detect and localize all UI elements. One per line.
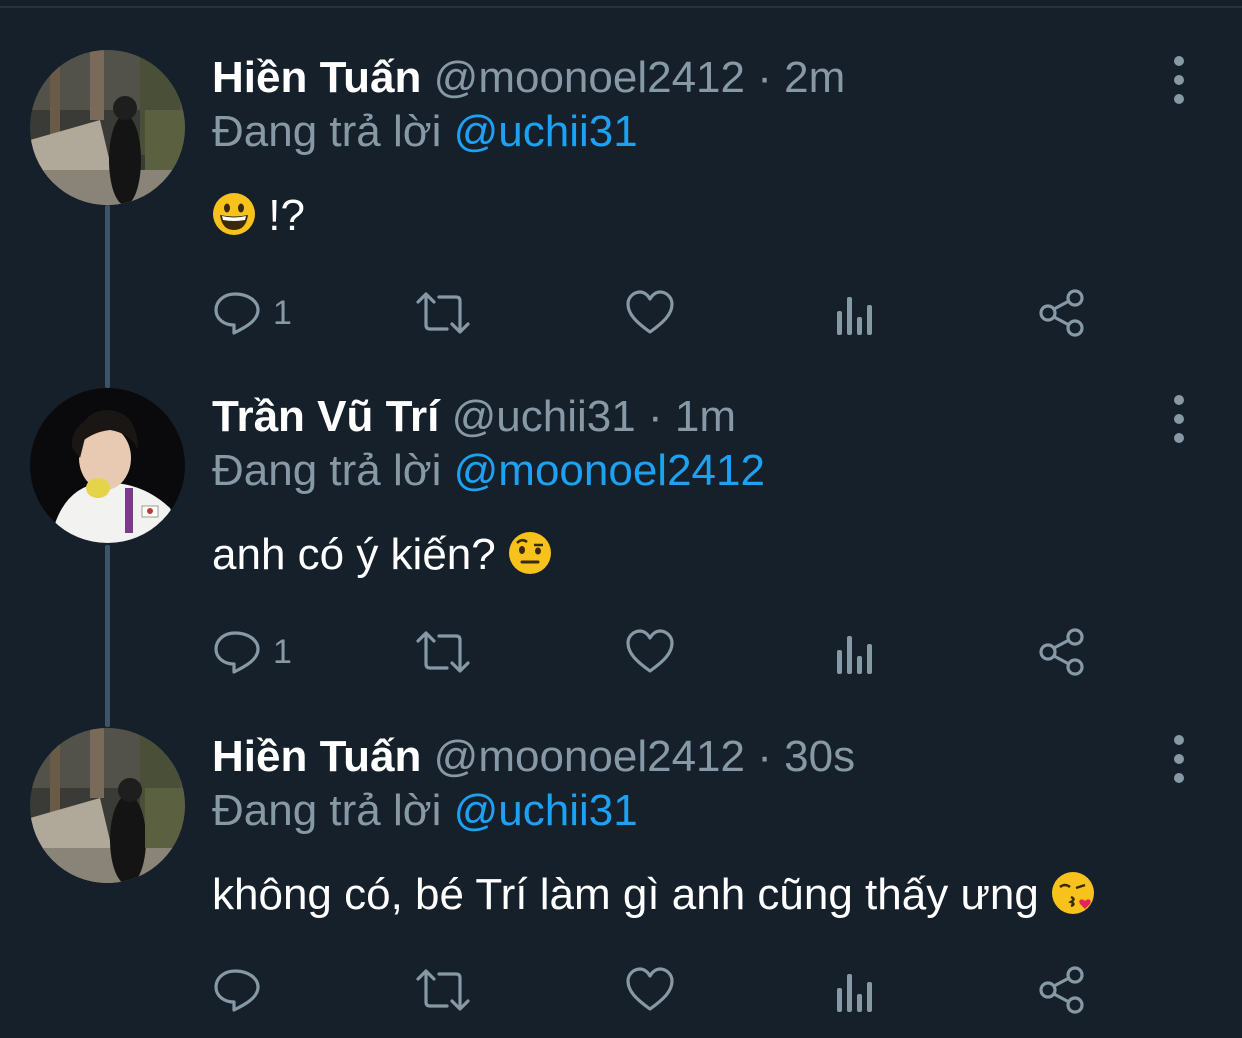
replying-to: Đang trả lời @uchii31: [212, 785, 638, 837]
user-handle[interactable]: @uchii31: [452, 392, 636, 441]
replying-label: Đang trả lời: [212, 446, 442, 495]
replying-to: Đang trả lời @moonoel2412: [212, 445, 765, 497]
more-options-icon[interactable]: [1162, 395, 1196, 443]
analytics-icon: [837, 974, 872, 1012]
like-button[interactable]: [626, 960, 674, 1020]
analytics-button[interactable]: [835, 960, 877, 1020]
tweet-actions: [0, 960, 1242, 1020]
like-button[interactable]: [626, 283, 674, 343]
tweet[interactable]: Hiền Tuấn @moonoel2412 · 2m Đang trả lời…: [0, 0, 1242, 350]
user-handle[interactable]: @moonoel2412: [434, 53, 745, 102]
more-options-icon[interactable]: [1162, 56, 1196, 104]
analytics-button[interactable]: [835, 283, 877, 343]
analytics-icon: [837, 297, 872, 335]
share-button[interactable]: [1038, 622, 1086, 682]
tweet[interactable]: Trần Vũ Trí @uchii31 · 1m Đang trả lời @…: [0, 350, 1242, 690]
share-button[interactable]: [1038, 283, 1086, 343]
display-name[interactable]: Trần Vũ Trí: [212, 392, 439, 441]
replying-to: Đang trả lời @uchii31: [212, 106, 638, 158]
reply-count: 1: [273, 632, 292, 671]
display-name[interactable]: Hiền Tuấn: [212, 53, 421, 102]
avatar[interactable]: [30, 50, 185, 205]
share-icon: [1039, 628, 1084, 676]
reply-mention-link[interactable]: @moonoel2412: [454, 446, 765, 495]
tweet-actions: 1: [0, 622, 1242, 682]
retweet-icon: [416, 969, 470, 1011]
timestamp[interactable]: 1m: [675, 392, 736, 441]
retweet-button[interactable]: [415, 622, 471, 682]
like-icon: [626, 967, 674, 1011]
reply-icon: [214, 631, 260, 674]
reply-button[interactable]: [213, 960, 273, 1020]
retweet-icon: [416, 292, 470, 334]
user-handle[interactable]: @moonoel2412: [434, 732, 745, 781]
reply-count: 1: [273, 293, 292, 332]
reply-mention-link[interactable]: @uchii31: [454, 107, 638, 156]
reply-button[interactable]: 1: [213, 283, 292, 343]
avatar[interactable]: [30, 728, 185, 883]
raised-eyebrow-emoji-icon: [508, 532, 551, 574]
avatar[interactable]: [30, 388, 185, 543]
grinning-face-emoji-icon: [213, 193, 255, 235]
like-icon: [626, 290, 674, 334]
reply-mention-link[interactable]: @uchii31: [454, 786, 638, 835]
display-name[interactable]: Hiền Tuấn: [212, 732, 421, 781]
like-button[interactable]: [626, 622, 674, 682]
retweet-button[interactable]: [415, 960, 471, 1020]
tweet-text: !?: [212, 188, 305, 244]
retweet-icon: [416, 631, 470, 673]
like-icon: [626, 629, 674, 673]
tweet-header: Hiền Tuấn @moonoel2412 · 30s: [212, 731, 855, 783]
separator-dot: ·: [757, 732, 772, 781]
timestamp[interactable]: 30s: [784, 732, 855, 781]
separator-dot: ·: [647, 392, 663, 441]
face-blowing-kiss-emoji-icon: [1052, 872, 1095, 914]
share-button[interactable]: [1038, 960, 1086, 1020]
tweet-body: !?: [268, 191, 305, 240]
tweet-body: không có, bé Trí làm gì anh cũng thấy ưn…: [212, 870, 1039, 919]
tweet-header: Trần Vũ Trí @uchii31 · 1m: [212, 391, 736, 443]
reply-button[interactable]: 1: [213, 622, 292, 682]
share-icon: [1039, 289, 1084, 337]
separator-dot: ·: [757, 53, 772, 102]
reply-icon: [214, 969, 260, 1012]
tweet-actions: 1: [0, 283, 1242, 343]
share-icon: [1039, 966, 1084, 1014]
tweet-text: không có, bé Trí làm gì anh cũng thấy ưn…: [212, 867, 1095, 923]
tweet-body: anh có ý kiến?: [212, 530, 496, 579]
analytics-button[interactable]: [835, 622, 877, 682]
analytics-icon: [837, 636, 872, 674]
retweet-button[interactable]: [415, 283, 471, 343]
tweet-text: anh có ý kiến?: [212, 527, 552, 583]
timestamp[interactable]: 2m: [784, 53, 845, 102]
reply-icon: [214, 292, 260, 335]
replying-label: Đang trả lời: [212, 786, 442, 835]
replying-label: Đang trả lời: [212, 107, 442, 156]
more-options-icon[interactable]: [1162, 735, 1196, 783]
tweet[interactable]: Hiền Tuấn @moonoel2412 · 30s Đang trả lờ…: [0, 690, 1242, 1038]
tweet-header: Hiền Tuấn @moonoel2412 · 2m: [212, 52, 845, 104]
